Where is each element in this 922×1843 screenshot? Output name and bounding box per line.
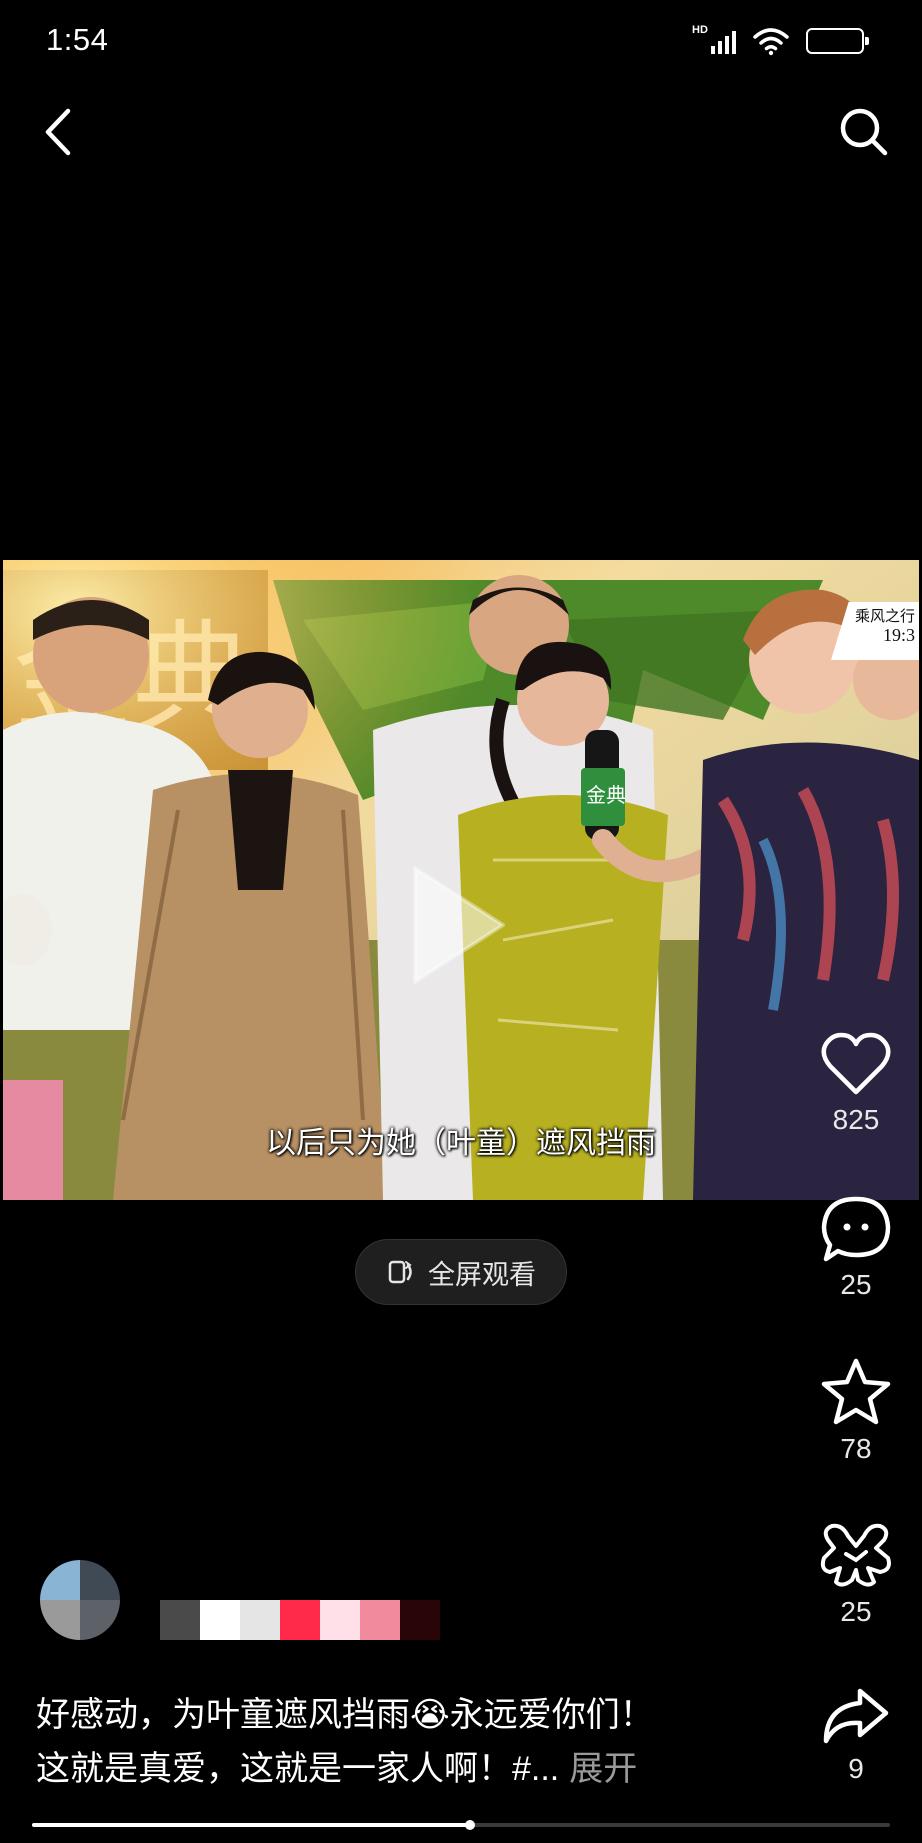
back-chevron-icon	[45, 108, 71, 156]
star-icon	[821, 1358, 891, 1425]
status-icons: HD	[692, 24, 869, 56]
fullscreen-button[interactable]: 全屏观看	[355, 1239, 567, 1305]
battery-icon	[806, 28, 869, 54]
name-block	[360, 1600, 400, 1640]
progress-fill	[32, 1823, 470, 1827]
search-button[interactable]	[834, 102, 894, 162]
comment-count: 25	[840, 1269, 872, 1300]
back-button[interactable]	[28, 102, 88, 162]
like-count: 825	[832, 1104, 880, 1135]
name-block	[280, 1600, 320, 1640]
author-name-redacted[interactable]	[160, 1600, 440, 1640]
cellular-signal-icon: HD	[692, 24, 736, 56]
share-count: 9	[848, 1753, 864, 1784]
avatar-pixel	[40, 1560, 80, 1600]
comment-button[interactable]: 25	[808, 1195, 904, 1301]
expand-link[interactable]: 展开	[569, 1750, 637, 1788]
play-icon[interactable]	[403, 860, 513, 990]
status-bar: 1:54 HD	[0, 0, 922, 84]
name-block	[320, 1600, 360, 1640]
gift-button[interactable]: 25	[808, 1520, 904, 1628]
rotate-screen-icon	[388, 1260, 412, 1284]
gift-ribbon-icon	[820, 1523, 891, 1587]
gift-count: 25	[840, 1596, 872, 1627]
name-block	[240, 1600, 280, 1640]
video-progress-bar[interactable]	[32, 1820, 890, 1830]
comment-icon	[821, 1196, 891, 1262]
mic-brand-text: 金典	[586, 783, 626, 807]
status-time: 1:54	[46, 22, 109, 57]
share-arrow-icon	[823, 1688, 889, 1744]
search-icon	[840, 108, 888, 156]
wifi-icon	[753, 28, 789, 56]
caption-line-2-text: 这就是真爱，这就是一家人啊！#...	[36, 1750, 560, 1788]
avatar-pixel	[80, 1560, 120, 1600]
name-block	[400, 1600, 440, 1640]
like-button[interactable]: 825	[808, 1032, 904, 1136]
share-button[interactable]: 9	[808, 1685, 904, 1785]
favorite-button[interactable]: 78	[808, 1357, 904, 1465]
video-subtitle: 以后只为她（叶童）遮风挡雨	[266, 1127, 656, 1160]
video-player[interactable]: 金典 金典	[3, 560, 919, 1200]
post-caption[interactable]: 好感动，为叶童遮风挡雨😭永远爱你们！ 这就是真爱，这就是一家人啊！#... 展开	[36, 1688, 736, 1796]
station-badge-line1: 乘风之行	[854, 609, 915, 625]
name-block	[200, 1600, 240, 1640]
caption-line-1: 好感动，为叶童遮风挡雨😭永远爱你们！	[36, 1696, 654, 1734]
avatar-pixel	[80, 1600, 120, 1640]
heart-icon	[821, 1032, 891, 1095]
station-badge-line2: 19:3	[882, 625, 915, 645]
name-block	[160, 1600, 200, 1640]
author-avatar[interactable]	[40, 1560, 120, 1640]
fullscreen-label: 全屏观看	[428, 1259, 536, 1290]
progress-knob[interactable]	[465, 1820, 475, 1830]
caption-line-2: 这就是真爱，这就是一家人啊！#... 展开	[36, 1742, 736, 1796]
favorite-count: 78	[840, 1433, 872, 1464]
top-nav	[0, 96, 922, 176]
avatar-pixel	[40, 1600, 80, 1640]
network-type-label: HD	[692, 24, 708, 36]
